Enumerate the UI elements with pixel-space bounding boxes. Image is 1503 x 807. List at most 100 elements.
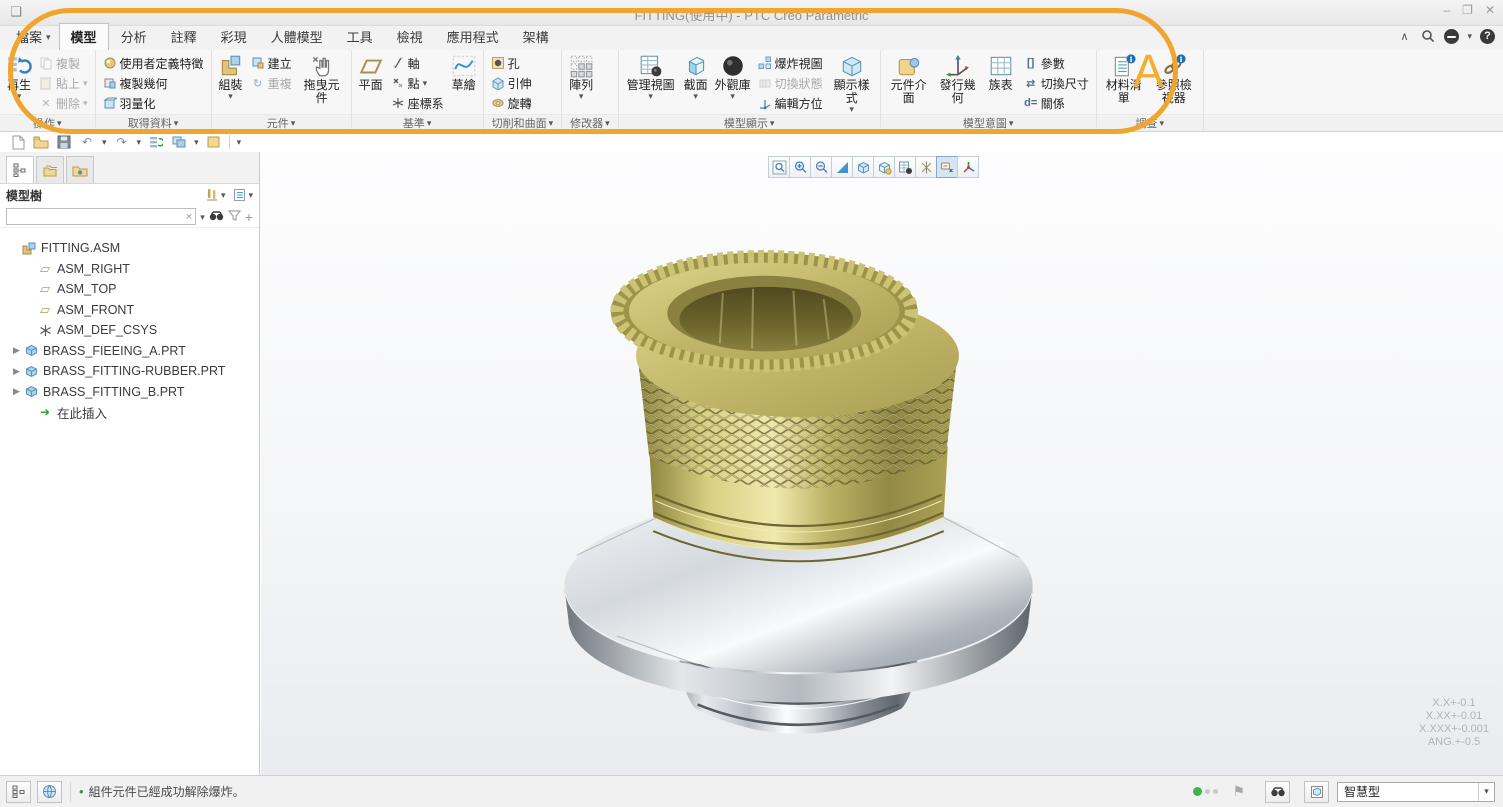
parameters-button[interactable]: [] 參數	[1021, 53, 1092, 73]
zoom-out-button[interactable]	[810, 156, 832, 178]
switch-dimensions-button[interactable]: ⇄ 切換尺寸	[1021, 73, 1092, 93]
tree-item-asm-def-csys[interactable]: ASM_DEF_CSYS	[0, 320, 259, 341]
expander-icon[interactable]: ▶	[10, 386, 23, 397]
publish-geometry-button[interactable]: 發行幾何	[935, 52, 981, 106]
expander-icon[interactable]: ▶	[10, 345, 23, 356]
datum-display-filters-button[interactable]	[915, 156, 937, 178]
saved-orientations-button[interactable]	[873, 156, 895, 178]
csys-button[interactable]: 座標系	[388, 93, 447, 113]
notification-flag-icon[interactable]: ⚑	[1232, 783, 1245, 800]
clear-search-icon[interactable]: ×	[183, 211, 195, 223]
group-label-get-data[interactable]: 取得資料▾	[96, 114, 211, 131]
tab-applications[interactable]: 應用程式	[435, 23, 511, 50]
new-file-icon[interactable]	[10, 134, 26, 150]
chevron-down-icon[interactable]: ▾	[194, 138, 199, 146]
tree-item-asm-right[interactable]: ▱ ASM_RIGHT	[0, 259, 259, 280]
regenerate-small-icon[interactable]	[148, 134, 164, 150]
tab-manikin[interactable]: 人體模型	[259, 23, 335, 50]
tree-item-asm-top[interactable]: ▱ ASM_TOP	[0, 279, 259, 300]
tab-annotate[interactable]: 註釋	[159, 23, 209, 50]
family-table-button[interactable]: 族表	[983, 52, 1019, 93]
tree-item-asm-front[interactable]: ▱ ASM_FRONT	[0, 300, 259, 321]
hole-button[interactable]: 孔	[488, 53, 535, 73]
refit-button[interactable]	[768, 156, 790, 178]
copy-button[interactable]: 複製	[36, 53, 91, 73]
help-icon[interactable]: ?	[1480, 29, 1495, 44]
add-icon[interactable]: +	[245, 209, 253, 225]
delete-button[interactable]: ✕ 刪除 ▾	[36, 93, 91, 113]
chevron-down-icon[interactable]: ▾	[1467, 32, 1472, 40]
regenerate-button[interactable]: 再生 ▾	[4, 52, 34, 101]
group-label-component[interactable]: 元件▾	[212, 114, 351, 131]
display-style-toggle-button[interactable]	[852, 156, 874, 178]
undo-icon[interactable]: ↶	[79, 134, 95, 150]
toggle-status-button[interactable]: 切換狀態	[755, 73, 826, 93]
repeat-button[interactable]: ↻ 重複	[248, 73, 295, 93]
restore-button[interactable]: ❐	[1462, 3, 1473, 17]
windows-icon[interactable]	[171, 134, 187, 150]
save-icon[interactable]	[56, 134, 72, 150]
reference-viewer-button[interactable]: 參照檢視器	[1149, 52, 1199, 106]
minimize-button[interactable]: –	[1443, 3, 1450, 17]
tree-filters-button[interactable]: ▾	[233, 188, 253, 202]
tree-settings-button[interactable]: ▾	[205, 188, 226, 202]
expander-icon[interactable]: ▶	[10, 366, 23, 377]
resource-center-icon[interactable]	[1444, 29, 1459, 44]
chevron-down-icon[interactable]: ▾	[102, 138, 107, 146]
manage-views-button[interactable]: 管理視圖 ▾	[623, 52, 679, 101]
extrude-button[interactable]: 引伸	[488, 73, 535, 93]
zoom-in-button[interactable]	[789, 156, 811, 178]
group-label-datum[interactable]: 基準▾	[352, 114, 483, 131]
tab-render[interactable]: 彩現	[209, 23, 259, 50]
tree-item-brass-fitting-rubber[interactable]: ▶ BRASS_FITTING-RUBBER.PRT	[0, 361, 259, 382]
tab-model-tree[interactable]	[6, 156, 34, 183]
point-button[interactable]: 點 ▾	[388, 73, 447, 93]
relations-button[interactable]: d= 關係	[1021, 93, 1092, 113]
tree-search-input[interactable]	[7, 210, 183, 224]
udf-button[interactable]: 使用者定義特徵	[100, 53, 207, 73]
close-button[interactable]: ✕	[1485, 3, 1495, 17]
graphics-area[interactable]: X.X+-0.1 X.XX+-0.01 X.XXX+-0.001 ANG.+-0…	[261, 152, 1503, 775]
tab-folder-browser[interactable]	[36, 156, 64, 183]
toggle-browser-button[interactable]	[37, 781, 62, 803]
spin-center-button[interactable]	[957, 156, 979, 178]
sketch-button[interactable]: 草繪	[449, 52, 479, 93]
exploded-view-button[interactable]: 爆炸視圖	[755, 53, 826, 73]
copy-geometry-button[interactable]: 複製幾何	[100, 73, 207, 93]
selection-filter-dropdown[interactable]: 智慧型 ▾	[1337, 782, 1495, 802]
group-label-model-display[interactable]: 模型顯示▾	[619, 114, 880, 131]
redo-icon[interactable]: ↷	[114, 134, 130, 150]
shrinkwrap-button[interactable]: 羽量化	[100, 93, 207, 113]
tab-view[interactable]: 檢視	[385, 23, 435, 50]
assemble-button[interactable]: 組裝 ▾	[216, 52, 246, 101]
edit-position-button[interactable]: 編輯方位	[755, 93, 826, 113]
toggle-navigator-button[interactable]	[6, 781, 31, 803]
tree-item-brass-fitting-b[interactable]: ▶ BRASS_FITTING_B.PRT	[0, 382, 259, 403]
tree-item-insert-here[interactable]: ➜ 在此插入	[0, 402, 259, 423]
plane-button[interactable]: 平面	[356, 52, 386, 93]
search-icon[interactable]	[1420, 28, 1436, 44]
tab-framework[interactable]: 架構	[511, 23, 561, 50]
chevron-down-icon[interactable]: ▾	[200, 213, 205, 221]
appearance-gallery-button[interactable]: 外觀庫 ▾	[713, 52, 753, 101]
axis-button[interactable]: 軸	[388, 53, 447, 73]
3d-model-fitting[interactable]	[546, 192, 1051, 752]
file-menu-button[interactable]: 檔案 ▾	[6, 24, 59, 50]
close-window-icon[interactable]	[206, 134, 222, 150]
display-style-button[interactable]: 顯示樣式 ▾	[828, 52, 876, 114]
tab-model[interactable]: 模型	[59, 23, 109, 50]
tab-analysis[interactable]: 分析	[109, 23, 159, 50]
tree-item-assembly[interactable]: FITTING.ASM	[0, 238, 259, 259]
group-label-model-intent[interactable]: 模型意圖▾	[881, 114, 1096, 131]
view-manager-button[interactable]	[894, 156, 916, 178]
group-label-modifiers[interactable]: 修改器▾	[562, 114, 618, 131]
paste-button[interactable]: 貼上 ▾	[36, 73, 91, 93]
group-label-investigate[interactable]: 調查▾	[1097, 114, 1203, 131]
chevron-down-icon[interactable]: ▾	[137, 138, 142, 146]
tree-item-brass-fieeing-a[interactable]: ▶ BRASS_FIEEING_A.PRT	[0, 341, 259, 362]
bill-of-materials-button[interactable]: 材料清單	[1101, 52, 1147, 106]
filter-funnel-icon[interactable]	[228, 210, 241, 224]
tab-favorites[interactable]	[66, 156, 94, 183]
drag-components-button[interactable]: 拖曳元件	[297, 52, 347, 106]
sections-button[interactable]: 截面 ▾	[681, 52, 711, 101]
